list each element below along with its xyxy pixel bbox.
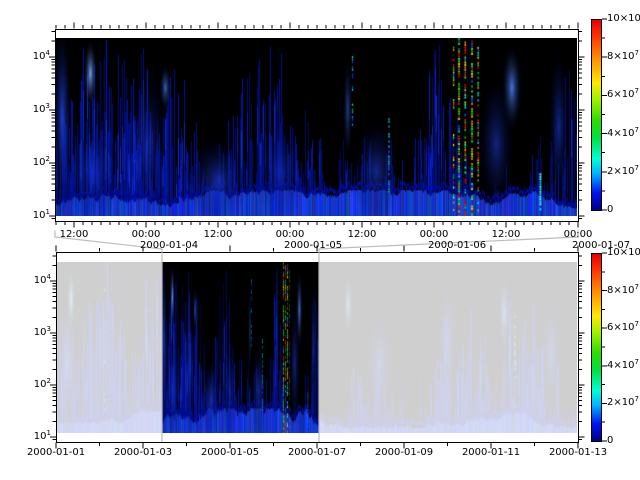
bottom-y-tick-label: 103: [34, 328, 51, 338]
top-x-tick-label: 12:00: [492, 230, 521, 240]
bottom-x-tick-label: 2000-01-05: [201, 448, 259, 458]
bottom-y-tick-label: 102: [34, 380, 51, 390]
top-colorbar-tick-label: 4×107: [607, 129, 639, 139]
top-colorbar-tick-label: 0: [607, 205, 613, 215]
bottom-x-tick-label: 2000-01-11: [462, 448, 520, 458]
top-x-date-label: 2000-01-06: [428, 241, 486, 251]
bottom-x-tick-label: 2000-01-03: [114, 448, 172, 458]
top-y-tick-label: 102: [33, 158, 50, 168]
bottom-x-tick-label: 2000-01-09: [375, 448, 433, 458]
top-x-tick-label: 12:00: [60, 230, 89, 240]
top-x-tick-label: 00:00: [132, 230, 161, 240]
bottom-colorbar-tick-label: 4×107: [607, 361, 639, 371]
bottom-colorbar-tick-label: 2×107: [607, 398, 639, 408]
bottom-x-tick-label: 2000-01-13: [549, 448, 607, 458]
top-x-tick-label: 00:00: [276, 230, 305, 240]
bottom-colorbar-tick-label: 6×107: [607, 323, 639, 333]
bottom-x-tick-label: 2000-01-01: [27, 448, 85, 458]
bottom-colorbar-tick-label: 0: [607, 436, 613, 446]
top-colorbar-tick-label: 6×107: [607, 90, 639, 100]
top-y-tick-label: 101: [33, 211, 50, 221]
bottom-colorbar: [591, 253, 602, 442]
top-panel-axes: [55, 29, 579, 222]
bottom-y-tick-label: 101: [34, 432, 51, 442]
top-x-tick-label: 12:00: [204, 230, 233, 240]
spectrogram-figure: 12:0000:002000-01-0412:0000:002000-01-05…: [0, 0, 640, 480]
bottom-y-tick-label: 104: [34, 276, 51, 286]
bottom-colorbar-tick-label: 8×107: [607, 286, 639, 296]
top-y-tick-label: 104: [33, 52, 50, 62]
top-colorbar-tick-label: 10×107: [607, 14, 640, 24]
bottom-colorbar-tick-label: 10×107: [607, 248, 640, 258]
top-x-date-label: 2000-01-07: [572, 241, 630, 251]
top-x-tick-label: 00:00: [564, 230, 593, 240]
top-colorbar: [591, 19, 602, 211]
top-x-tick-label: 12:00: [348, 230, 377, 240]
context-highlight-region[interactable]: [162, 249, 319, 442]
top-y-tick-label: 103: [33, 105, 50, 115]
top-colorbar-tick-label: 2×107: [607, 167, 639, 177]
top-x-tick-label: 00:00: [420, 230, 449, 240]
top-colorbar-tick-label: 8×107: [607, 52, 639, 62]
bottom-x-tick-label: 2000-01-07: [288, 448, 346, 458]
